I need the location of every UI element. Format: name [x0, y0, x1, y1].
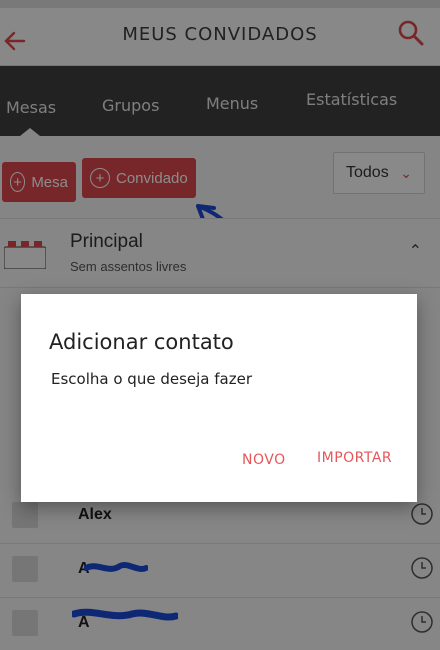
new-contact-button[interactable]: NOVO [242, 452, 286, 468]
import-contact-button[interactable]: IMPORTAR [317, 450, 392, 466]
dialog-title: Adicionar contato [49, 330, 234, 354]
dialog-message: Escolha o que deseja fazer [51, 370, 252, 388]
add-contact-dialog: Adicionar contato Escolha o que deseja f… [21, 294, 417, 502]
